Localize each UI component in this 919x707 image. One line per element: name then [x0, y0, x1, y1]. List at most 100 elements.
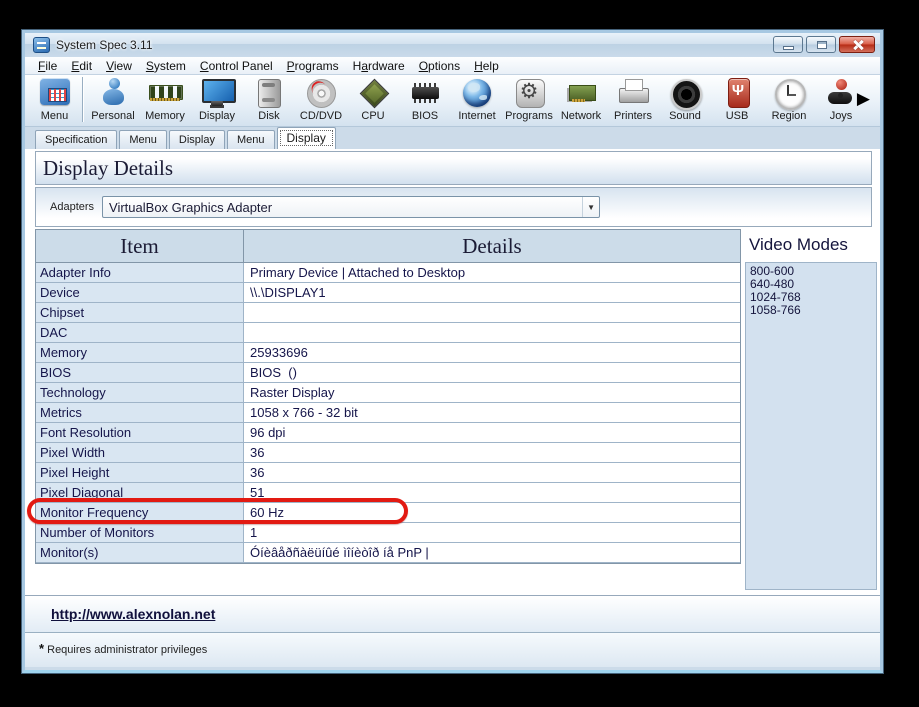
tab[interactable]: Display	[168, 130, 225, 149]
spec-table: Item Details Adapter Info Primary Device…	[27, 229, 741, 564]
toolbar-button-label: Internet	[458, 110, 496, 122]
toolbar-button[interactable]: Network	[555, 77, 607, 122]
toolbar-button[interactable]: Menu	[31, 77, 83, 122]
table-row[interactable]: Memory 25933696	[36, 343, 740, 363]
toolbar-button[interactable]: Memory	[139, 77, 191, 122]
row-details-value: 1058 x 766 - 32 bit	[244, 403, 740, 423]
table-row[interactable]: Metrics 1058 x 766 - 32 bit	[36, 403, 740, 423]
page-title: Display Details	[43, 156, 174, 180]
table-row[interactable]: BIOS BIOS ()	[36, 363, 740, 383]
menu-item[interactable]: System	[139, 59, 193, 73]
table-row[interactable]: Font Resolution 96 dpi	[36, 423, 740, 443]
table-row[interactable]: Device \\.\DISPLAY1	[36, 283, 740, 303]
minimize-button[interactable]	[773, 36, 803, 53]
memory-icon	[148, 77, 183, 109]
menu-item[interactable]: Programs	[280, 59, 346, 73]
menu-icon	[38, 77, 72, 109]
title-bar[interactable]: System Spec 3.11	[25, 33, 880, 57]
toolbar-button-label: USB	[725, 110, 749, 122]
menu-item[interactable]: Options	[412, 59, 467, 73]
toolbar-button[interactable]: Internet	[451, 77, 503, 122]
row-details-value: Primary Device | Attached to Desktop	[244, 263, 740, 283]
toolbar-button[interactable]: Programs	[503, 77, 555, 122]
video-modes-title: Video Modes	[749, 235, 848, 254]
table-row[interactable]: Technology Raster Display	[36, 383, 740, 403]
toolbar-button-label: Display	[198, 110, 236, 122]
printers-icon	[616, 77, 650, 109]
column-header-details[interactable]: Details	[244, 230, 740, 262]
toolbar-button-label: Sound	[669, 110, 701, 122]
row-item-label: Device	[36, 283, 244, 303]
row-details-value: 60 Hz	[244, 503, 740, 523]
table-row[interactable]: Number of Monitors 1	[36, 523, 740, 543]
chevron-down-icon[interactable]: ▼	[582, 197, 599, 217]
tab[interactable]: Menu	[226, 130, 275, 149]
toolbar-button[interactable]: Display	[191, 77, 243, 122]
tab[interactable]: Display	[276, 127, 336, 149]
menu-item[interactable]: File	[31, 59, 64, 73]
toolbar-button[interactable]: Personal	[87, 77, 139, 122]
close-button[interactable]	[839, 36, 875, 53]
toolbar-button[interactable]: Disk	[243, 77, 295, 122]
app-window: System Spec 3.11 File Edit View System C…	[22, 30, 883, 673]
toolbar-button-label: Programs	[505, 110, 553, 122]
usb-icon	[720, 77, 754, 109]
toolbar-overflow-arrow-icon[interactable]: ▶	[857, 89, 870, 109]
menu-item[interactable]: Edit	[64, 59, 99, 73]
menu-item[interactable]: Control Panel	[193, 59, 280, 73]
toolbar-button[interactable]: USB	[711, 77, 763, 122]
menu-item[interactable]: Hardware	[346, 59, 412, 73]
toolbar-button[interactable]: Region	[763, 77, 815, 122]
toolbar-button-label: Region	[771, 110, 807, 122]
menu-item[interactable]: View	[99, 59, 139, 73]
toolbar-button-label: CD/DVD	[299, 110, 343, 122]
toolbar-button[interactable]: Sound	[659, 77, 711, 122]
table-row[interactable]: DAC	[36, 323, 740, 343]
row-item-label: Pixel Width	[36, 443, 244, 463]
row-item-label: Font Resolution	[36, 423, 244, 443]
table-row[interactable]: Pixel Width 36	[36, 443, 740, 463]
table-row[interactable]: Chipset	[36, 303, 740, 323]
toolbar-button[interactable]: Printers	[607, 77, 659, 122]
website-link[interactable]: http://www.alexnolan.net	[51, 606, 215, 622]
row-item-label: BIOS	[36, 363, 244, 383]
menu-item[interactable]: Help	[467, 59, 506, 73]
toolbar-button-label: Personal	[91, 110, 135, 122]
joystick-icon	[824, 77, 858, 109]
video-modes-list[interactable]: 800-600 640-480 1024-768 1058-766	[745, 262, 877, 590]
row-details-value: Óíèâåðñàëüíûé ìîíèòîð íå PnP |	[244, 543, 740, 563]
region-icon	[772, 77, 806, 110]
row-item-label: Metrics	[36, 403, 244, 423]
row-details-value: 25933696	[244, 343, 740, 363]
row-details-value: 36	[244, 463, 740, 483]
tab[interactable]: Menu	[119, 130, 167, 149]
adapters-selected-value: VirtualBox Graphics Adapter	[109, 199, 273, 215]
row-details-value: 1	[244, 523, 740, 543]
toolbar-button[interactable]: CD/DVD	[295, 77, 347, 122]
row-item-label: Technology	[36, 383, 244, 403]
tab[interactable]: Specification	[35, 130, 118, 149]
adapters-select[interactable]: VirtualBox Graphics Adapter ▼	[102, 196, 601, 218]
row-details-value	[244, 303, 740, 323]
toolbar-button-label: Network	[560, 110, 602, 122]
row-details-value: 36	[244, 443, 740, 463]
page-header-band: Display Details	[35, 151, 872, 185]
table-row[interactable]: Adapter Info Primary Device | Attached t…	[36, 263, 740, 283]
toolbar-button[interactable]: CPU	[347, 77, 399, 122]
table-row[interactable]: Monitor Frequency 60 Hz	[27, 498, 740, 524]
row-details-value: \\.\DISPLAY1	[244, 283, 740, 303]
video-mode-item[interactable]: 1058-766	[746, 304, 876, 317]
maximize-button[interactable]	[806, 36, 836, 53]
table-row[interactable]: Pixel Diagonal 51	[36, 483, 740, 503]
status-bar: * Requires administrator privileges	[25, 632, 880, 667]
status-text: Requires administrator privileges	[44, 644, 208, 656]
table-row[interactable]: Monitor(s) Óíèâåðñàëüíûé ìîíèòîð íå PnP …	[36, 543, 740, 563]
table-row[interactable]: Pixel Height 36	[36, 463, 740, 483]
column-header-item[interactable]: Item	[36, 230, 244, 262]
internet-icon	[460, 77, 494, 109]
adapters-band: Adapters VirtualBox Graphics Adapter ▼	[35, 187, 872, 227]
toolbar-button[interactable]: BIOS	[399, 77, 451, 122]
toolbar-button-label: Memory	[145, 110, 185, 122]
toolbar-button-label: Printers	[614, 110, 652, 122]
bios-icon	[408, 77, 442, 109]
